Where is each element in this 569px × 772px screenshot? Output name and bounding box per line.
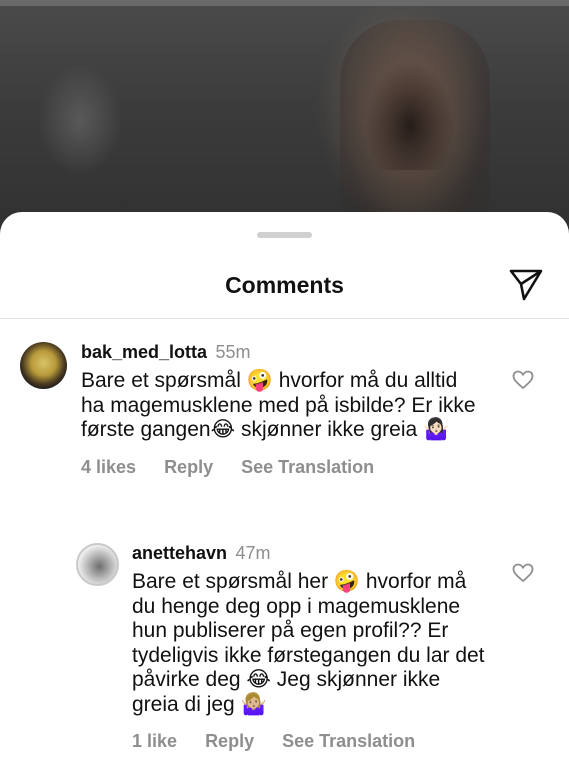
likes-count[interactable]: 1 like xyxy=(132,731,177,751)
see-translation-button[interactable]: See Translation xyxy=(241,457,374,477)
reply-button[interactable]: Reply xyxy=(205,731,254,751)
comment-time: 55m xyxy=(215,342,251,362)
comment-actions: 1 like Reply See Translation xyxy=(132,731,486,752)
divider xyxy=(0,318,569,319)
background-topbar xyxy=(0,0,569,6)
comment-time: 47m xyxy=(235,543,271,563)
sheet-title: Comments xyxy=(225,272,344,298)
comment-text: Bare et spørsmål her 🤪 hvorfor må du hen… xyxy=(132,570,485,716)
heart-icon[interactable] xyxy=(512,563,534,583)
comments-sheet: Comments bak_med_lotta 55m Bare et spørs… xyxy=(0,212,569,772)
avatar[interactable] xyxy=(76,543,119,586)
see-translation-button[interactable]: See Translation xyxy=(282,731,415,751)
avatar[interactable] xyxy=(20,342,67,389)
reply-button[interactable]: Reply xyxy=(164,457,213,477)
share-icon[interactable] xyxy=(508,268,544,302)
comment-username[interactable]: bak_med_lotta xyxy=(81,342,207,362)
sheet-grabber[interactable] xyxy=(257,232,312,238)
photo-detail xyxy=(365,60,455,170)
heart-icon[interactable] xyxy=(512,370,534,390)
comment-text: Bare et spørsmål 🤪 hvorfor må du alltid … xyxy=(81,369,476,441)
comment-actions: 4 likes Reply See Translation xyxy=(81,457,481,478)
likes-count[interactable]: 4 likes xyxy=(81,457,136,477)
comment-username[interactable]: anettehavn xyxy=(132,543,227,563)
